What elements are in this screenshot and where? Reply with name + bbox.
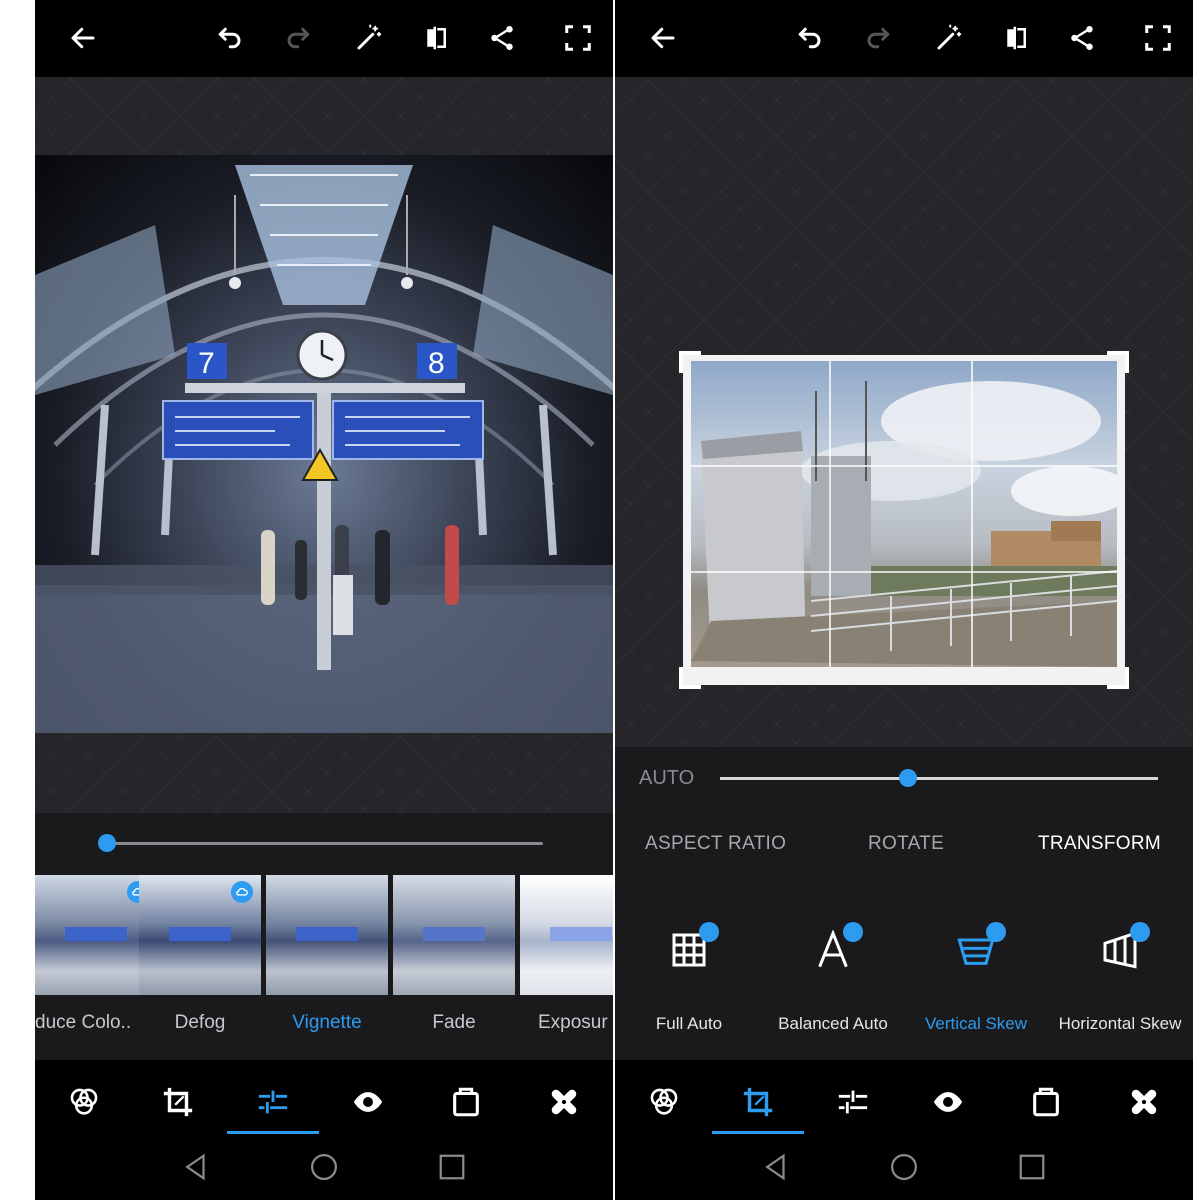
filter-thumb-exposure[interactable] — [520, 875, 613, 995]
vignette-slider-track[interactable] — [107, 842, 543, 845]
grid-line-horizontal — [691, 465, 1117, 467]
undo-icon[interactable] — [211, 20, 247, 56]
tool-horizontal-skew[interactable]: Horizontal Skew — [1050, 922, 1190, 1034]
cloud-badge-icon — [843, 922, 863, 942]
train-station-photo: 7 8 — [35, 155, 613, 733]
left-screen: 7 8 duce Colo.. Defog Vignette Fade Expo… — [35, 0, 613, 1200]
compare-icon[interactable] — [998, 20, 1034, 56]
train-station-illustration: 7 8 — [35, 165, 613, 733]
frame-icon[interactable] — [446, 1082, 486, 1122]
nav-recents-icon[interactable] — [437, 1152, 467, 1182]
nav-home-icon[interactable] — [309, 1152, 339, 1182]
crop-handle-bottom-left[interactable] — [679, 667, 701, 689]
compare-icon[interactable] — [418, 20, 454, 56]
active-tool-underline — [227, 1131, 319, 1134]
adjust-sliders-icon[interactable] — [253, 1082, 293, 1122]
top-toolbar — [35, 0, 613, 77]
crop-icon[interactable] — [738, 1082, 778, 1122]
vertical-skew-icon — [954, 922, 1006, 974]
tool-label: Balanced Auto — [778, 1014, 888, 1033]
filter-thumb-defog[interactable] — [139, 875, 261, 995]
nav-recents-icon[interactable] — [1017, 1152, 1047, 1182]
back-icon[interactable] — [645, 20, 681, 56]
tab-aspect-ratio[interactable]: ASPECT RATIO — [645, 833, 786, 855]
auto-label: AUTO — [639, 767, 695, 789]
grid-line-vertical — [971, 361, 973, 667]
magic-wand-icon[interactable] — [351, 20, 387, 56]
crop-handle-top-left[interactable] — [679, 351, 701, 373]
rooftop-photo — [691, 361, 1117, 667]
slider-panel — [35, 813, 613, 875]
looks-icon[interactable] — [64, 1082, 104, 1122]
fullscreen-icon[interactable] — [560, 20, 596, 56]
filter-label-exposure[interactable]: Exposur — [520, 1012, 613, 1034]
nav-back-icon[interactable] — [761, 1152, 791, 1182]
crop-icon[interactable] — [158, 1082, 198, 1122]
grid-line-vertical — [829, 361, 831, 667]
filter-label-reduce-color[interactable]: duce Colo.. — [35, 1012, 139, 1034]
undo-icon[interactable] — [791, 20, 827, 56]
tool-full-auto[interactable]: Full Auto — [619, 922, 759, 1034]
share-icon[interactable] — [484, 20, 520, 56]
rooftop-illustration — [691, 381, 1117, 667]
eye-icon[interactable] — [348, 1082, 388, 1122]
heal-icon[interactable] — [1124, 1082, 1164, 1122]
cloud-badge-icon — [231, 881, 253, 903]
filter-label-defog[interactable]: Defog — [139, 1012, 261, 1034]
heal-icon[interactable] — [544, 1082, 584, 1122]
fullscreen-icon[interactable] — [1140, 20, 1176, 56]
auto-slider-thumb[interactable] — [899, 769, 918, 787]
canvas-background-top — [35, 77, 613, 155]
canvas-background — [615, 77, 1193, 747]
back-icon[interactable] — [65, 20, 101, 56]
platform-sign-7: 7 — [198, 347, 215, 380]
frame-icon[interactable] — [1026, 1082, 1066, 1122]
filter-label-vignette[interactable]: Vignette — [266, 1012, 388, 1034]
letter-a-icon — [811, 922, 863, 974]
crop-handle-bottom-right[interactable] — [1107, 667, 1129, 689]
cloud-badge-icon — [1130, 922, 1150, 942]
active-tool-underline — [712, 1131, 804, 1134]
platform-sign-8: 8 — [428, 347, 445, 380]
tool-label: Full Auto — [655, 1014, 723, 1033]
nav-back-icon[interactable] — [181, 1152, 211, 1182]
nav-home-icon[interactable] — [889, 1152, 919, 1182]
canvas-background-bottom — [35, 733, 613, 813]
tab-rotate[interactable]: ROTATE — [868, 833, 944, 855]
bottom-toolbar — [615, 1060, 1193, 1200]
tab-transform[interactable]: TRANSFORM — [1038, 833, 1161, 855]
grid-line-horizontal — [691, 571, 1117, 573]
eye-icon[interactable] — [928, 1082, 968, 1122]
auto-slider-track[interactable] — [720, 777, 1158, 780]
redo-icon — [861, 20, 897, 56]
cloud-badge-icon — [699, 922, 719, 942]
tool-label: Vertical Skew — [924, 1014, 1028, 1033]
looks-icon[interactable] — [644, 1082, 684, 1122]
top-toolbar — [615, 0, 1193, 77]
filter-thumb-fade[interactable] — [393, 875, 515, 995]
cloud-badge-icon — [986, 922, 1006, 942]
redo-icon — [281, 20, 317, 56]
magic-wand-icon[interactable] — [931, 20, 967, 56]
share-icon[interactable] — [1064, 20, 1100, 56]
grid-icon — [667, 922, 719, 974]
crop-handle-top-right[interactable] — [1107, 351, 1129, 373]
horizontal-skew-icon — [1098, 922, 1150, 974]
adjust-sliders-icon[interactable] — [833, 1082, 873, 1122]
tool-balanced-auto[interactable]: Balanced Auto — [763, 922, 903, 1034]
right-screen: AUTO ASPECT RATIO ROTATE TRANSFORM Full … — [615, 0, 1193, 1200]
filter-strip: duce Colo.. Defog Vignette Fade Exposur — [35, 875, 613, 1060]
tool-label: Horizontal Skew — [1058, 1014, 1182, 1033]
bottom-toolbar — [35, 1060, 613, 1200]
vignette-slider-thumb[interactable] — [98, 834, 116, 852]
filter-label-fade[interactable]: Fade — [393, 1012, 515, 1034]
crop-frame[interactable] — [679, 351, 1129, 689]
tool-vertical-skew[interactable]: Vertical Skew — [906, 922, 1046, 1034]
filter-thumb-vignette[interactable] — [266, 875, 388, 995]
